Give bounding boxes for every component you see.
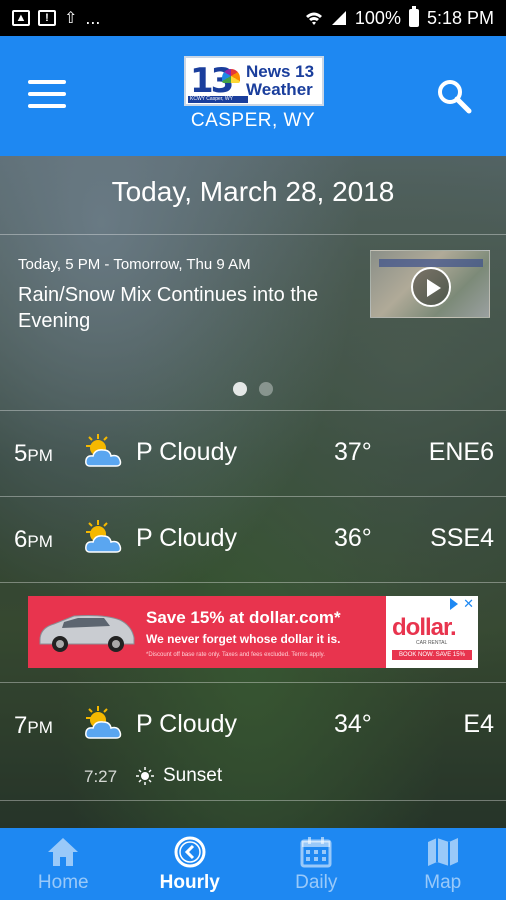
logo-text: News 13 Weather xyxy=(246,63,314,99)
wind: ENE6 xyxy=(428,438,494,466)
condition-text: P Cloudy xyxy=(136,524,237,552)
peacock-icon xyxy=(222,69,240,83)
hourly-row[interactable]: 6PM P Cloudy 36° SSE4 xyxy=(0,498,506,582)
sunset-time: 7:27 xyxy=(84,767,118,786)
calendar-icon xyxy=(300,837,332,868)
tab-hourly[interactable]: Hourly xyxy=(127,828,254,900)
tab-home-label: Home xyxy=(37,872,89,893)
partly-cloudy-icon xyxy=(85,706,122,739)
ad-headline: Save 15% at dollar.com* xyxy=(146,608,341,627)
status-bar-system: 100% 5:18 PM xyxy=(305,6,494,29)
map-icon xyxy=(427,838,458,866)
hour-label: 5PM xyxy=(14,440,53,467)
play-icon[interactable] xyxy=(411,267,451,307)
wind: E4 xyxy=(463,710,494,738)
condition-text: P Cloudy xyxy=(136,710,237,738)
story-time-range: Today, 5 PM - Tomorrow, Thu 9 AM xyxy=(18,256,251,273)
divider xyxy=(0,682,506,683)
logo-line2: Weather xyxy=(246,80,313,99)
clock-icon xyxy=(174,836,206,868)
ad-subline: We never forget whose dollar it is. xyxy=(146,632,341,646)
sunset-label: Sunset xyxy=(163,765,223,786)
tab-hourly-label: Hourly xyxy=(159,872,220,893)
search-icon[interactable] xyxy=(436,78,472,114)
menu-icon-line xyxy=(28,104,66,108)
ad-banner[interactable]: Save 15% at dollar.com* We never forget … xyxy=(28,596,478,668)
tab-map-label: Map xyxy=(424,872,462,893)
logo-subtext: KCWY Casper, WY xyxy=(188,96,248,103)
date-title: Today, March 28, 2018 xyxy=(111,176,395,207)
ad-brand-panel: dollar. CAR RENTAL BOOK NOW. SAVE 15% ✕ xyxy=(386,596,478,668)
app-header: 13 News 13 Weather KCWY Casper, WY CASPE… xyxy=(0,36,506,156)
wifi-icon xyxy=(305,12,322,25)
station-logo: 13 News 13 Weather KCWY Casper, WY xyxy=(184,56,324,106)
home-icon xyxy=(48,838,79,866)
carousel-indicator xyxy=(0,382,506,396)
alert-icon: ! xyxy=(38,10,56,26)
video-thumbnail-banner xyxy=(379,259,483,267)
video-thumbnail[interactable] xyxy=(370,250,490,318)
location-label: CASPER, WY xyxy=(190,110,316,131)
temperature: 36° xyxy=(334,524,372,552)
car-image xyxy=(39,615,135,652)
sun-icon xyxy=(136,767,154,785)
tab-map[interactable]: Map xyxy=(380,828,506,900)
menu-icon-line xyxy=(28,80,66,84)
image-icon: ▲ xyxy=(12,10,30,26)
status-bar: ▲ ! ⇧ ... 100% 5:18 PM xyxy=(0,0,506,36)
clock-time: 5:18 PM xyxy=(426,7,494,28)
tab-home[interactable]: Home xyxy=(0,828,127,900)
carousel-dot-active[interactable] xyxy=(233,382,247,396)
ad-cta-button[interactable]: BOOK NOW. SAVE 15% xyxy=(392,650,472,660)
hourly-row[interactable]: 7PM P Cloudy 34° E4 xyxy=(0,684,506,768)
divider xyxy=(0,800,506,801)
divider xyxy=(0,410,506,411)
condition-text: P Cloudy xyxy=(136,438,237,466)
battery-percent: 100% xyxy=(354,7,401,28)
hour-label: 6PM xyxy=(14,526,53,553)
divider xyxy=(0,496,506,497)
ad-brand-tag: CAR RENTAL xyxy=(416,640,448,646)
hourly-row[interactable]: 5PM P Cloudy 37° ENE6 xyxy=(0,412,506,496)
ad-fine-print: *Discount off base rate only. Taxes and … xyxy=(146,652,325,658)
temperature: 37° xyxy=(334,438,372,466)
status-bar-notifications: ▲ ! ⇧ ... xyxy=(12,8,100,29)
close-icon[interactable]: ✕ xyxy=(463,596,474,612)
upload-icon: ⇧ xyxy=(64,10,78,27)
ad-choices-icon[interactable] xyxy=(450,598,458,610)
divider xyxy=(0,582,506,583)
tab-daily[interactable]: Daily xyxy=(253,828,380,900)
ad-brand-logo: dollar. xyxy=(392,614,457,641)
carousel-dot[interactable] xyxy=(259,382,273,396)
partly-cloudy-icon xyxy=(85,434,122,467)
battery-icon xyxy=(408,6,419,27)
menu-icon-line xyxy=(28,92,66,96)
tab-daily-label: Daily xyxy=(295,872,338,893)
menu-button[interactable] xyxy=(28,80,66,108)
logo-line1: News 13 xyxy=(246,62,315,81)
partly-cloudy-icon xyxy=(85,520,122,553)
wind: SSE4 xyxy=(430,524,494,552)
divider xyxy=(0,234,506,235)
signal-icon xyxy=(331,11,346,25)
bottom-navigation: Home Hourly Daily Map xyxy=(0,828,506,900)
more-notifications: ... xyxy=(85,7,101,28)
temperature: 34° xyxy=(334,710,372,738)
story-headline[interactable]: Rain/Snow Mix Continues into the Evening xyxy=(18,282,348,334)
hour-label: 7PM xyxy=(14,712,53,739)
